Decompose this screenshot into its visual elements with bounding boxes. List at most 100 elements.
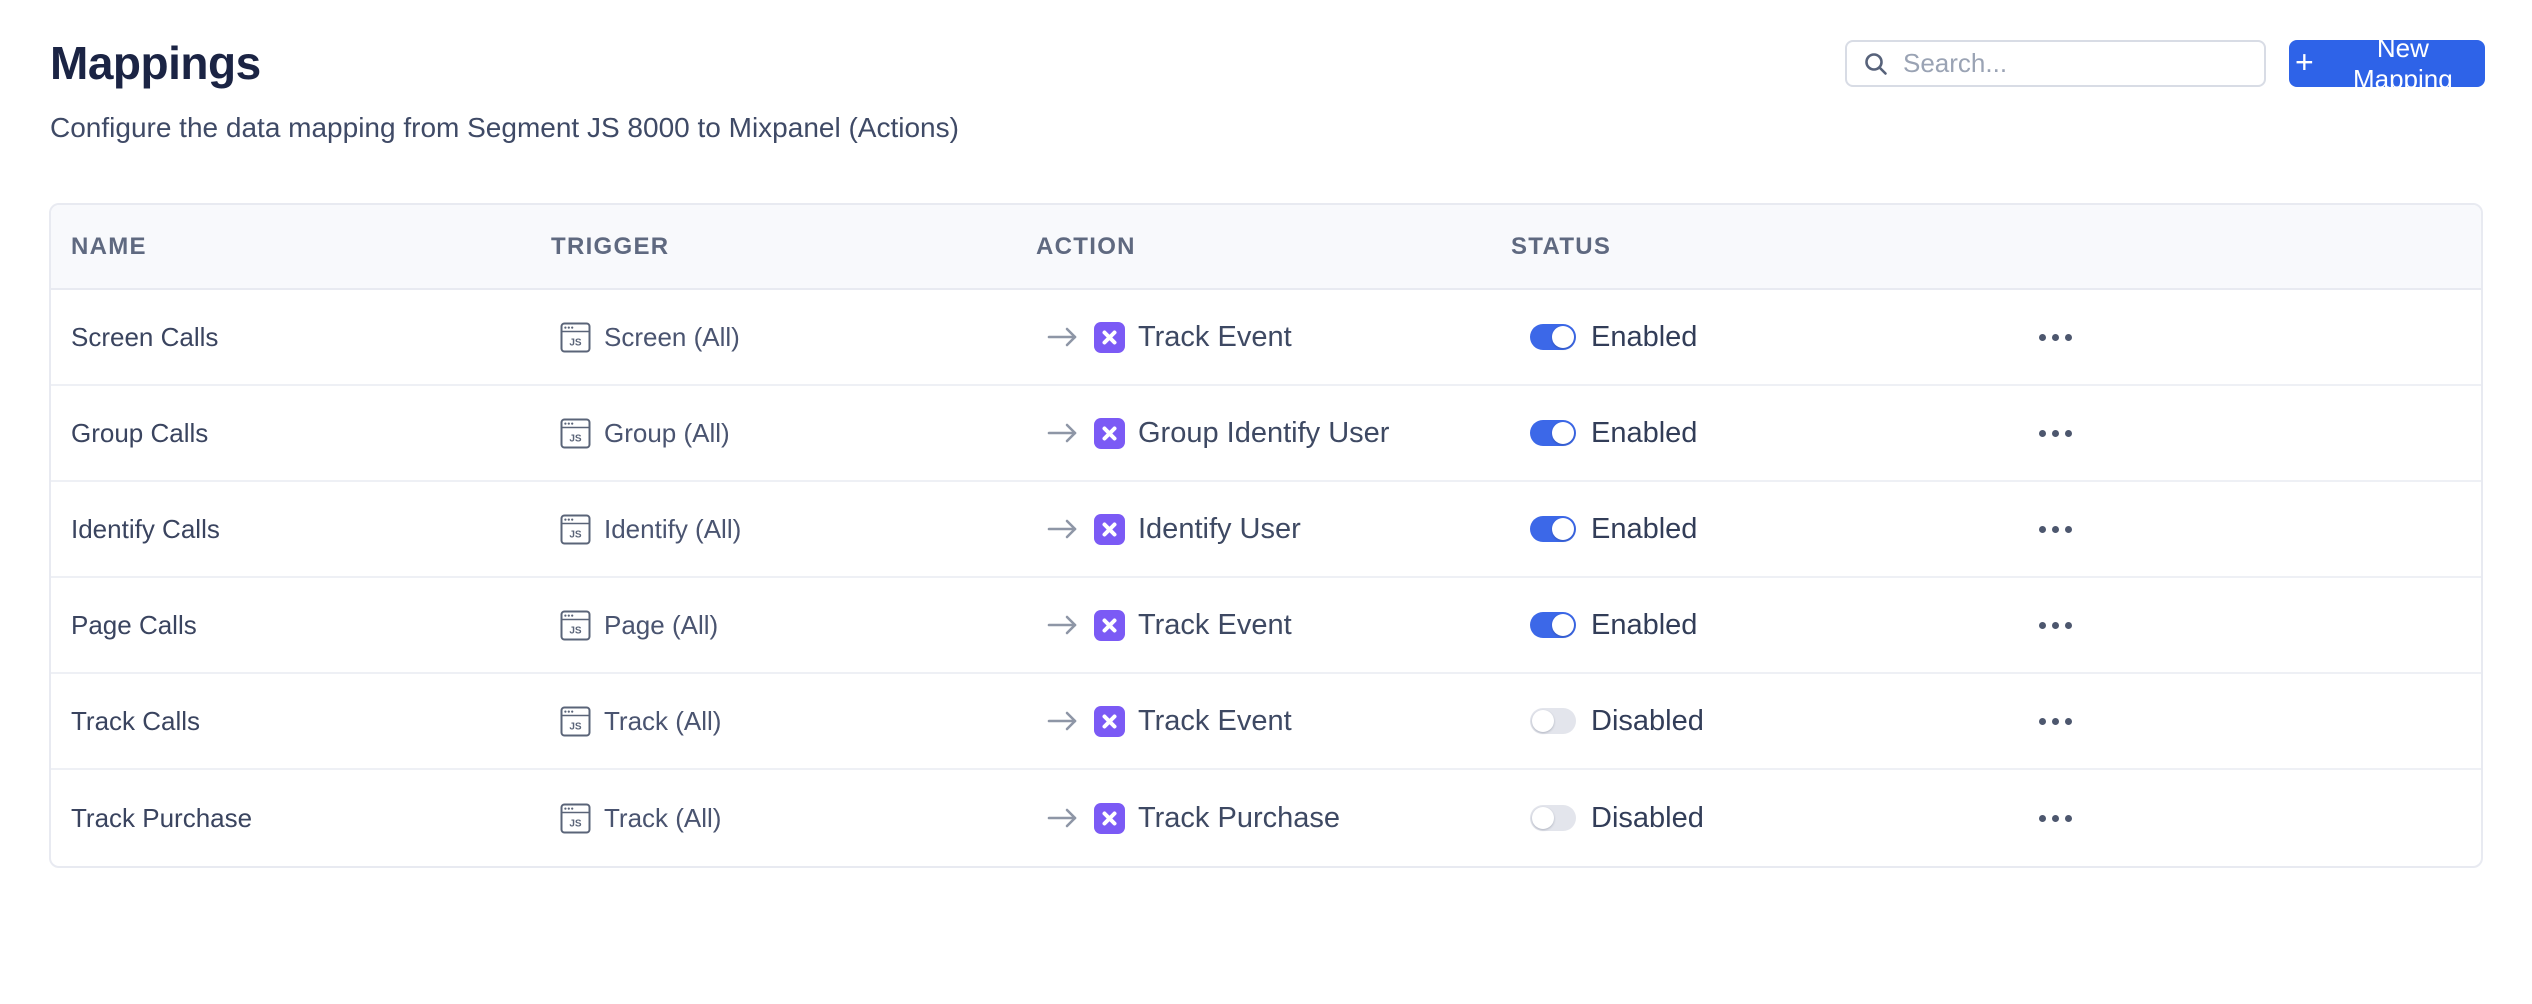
- menu-cell: [1991, 612, 2481, 639]
- mixpanel-icon: [1094, 803, 1125, 834]
- trigger-cell: JS Track (All): [551, 803, 1036, 834]
- arrow-right-icon: [1046, 421, 1080, 445]
- table-row: Screen Calls JS Screen (All): [51, 290, 2481, 386]
- column-header-action: ACTION: [1036, 233, 1511, 261]
- mixpanel-icon: [1094, 610, 1125, 641]
- column-header-status: STATUS: [1511, 233, 1991, 261]
- toggle-knob: [1552, 614, 1574, 636]
- ellipsis-icon: [2039, 815, 2046, 822]
- status-toggle[interactable]: [1530, 805, 1576, 831]
- trigger-label: Page (All): [604, 610, 718, 641]
- action-cell: Track Event: [1036, 321, 1511, 354]
- svg-text:JS: JS: [569, 529, 582, 540]
- table-header: NAME TRIGGER ACTION STATUS: [51, 205, 2481, 290]
- action-cell: Track Event: [1036, 705, 1511, 738]
- status-toggle[interactable]: [1530, 420, 1576, 446]
- plus-icon: +: [2295, 46, 2314, 78]
- status-label: Enabled: [1591, 609, 1697, 642]
- toggle-knob: [1532, 710, 1554, 732]
- trigger-cell: JS Track (All): [551, 706, 1036, 737]
- table-row: Page Calls JS Page (All): [51, 578, 2481, 674]
- row-menu-button[interactable]: [2033, 805, 2078, 832]
- action-cell: Track Purchase: [1036, 802, 1511, 835]
- row-menu-button[interactable]: [2033, 612, 2078, 639]
- ellipsis-icon: [2039, 334, 2046, 341]
- action-cell: Group Identify User: [1036, 417, 1511, 450]
- action-label: Group Identify User: [1138, 417, 1389, 450]
- trigger-cell: JS Page (All): [551, 610, 1036, 641]
- svg-text:JS: JS: [569, 433, 582, 444]
- mapping-name: Page Calls: [51, 610, 551, 641]
- mapping-name: Identify Calls: [51, 514, 551, 545]
- row-menu-button[interactable]: [2033, 516, 2078, 543]
- mapping-name: Track Purchase: [51, 803, 551, 834]
- action-label: Track Event: [1138, 321, 1292, 354]
- table-body: Screen Calls JS Screen (All): [51, 290, 2481, 866]
- js-source-window-icon: JS: [560, 803, 591, 834]
- mappings-table: NAME TRIGGER ACTION STATUS Screen Calls …: [49, 203, 2483, 868]
- ellipsis-icon: [2039, 430, 2046, 437]
- js-source-window-icon: JS: [560, 706, 591, 737]
- svg-text:JS: JS: [569, 818, 582, 829]
- status-cell: Disabled: [1511, 705, 1991, 738]
- js-source-window-icon: JS: [560, 514, 591, 545]
- action-label: Identify User: [1138, 513, 1301, 546]
- status-toggle[interactable]: [1530, 516, 1576, 542]
- menu-cell: [1991, 708, 2481, 735]
- mixpanel-icon: [1094, 706, 1125, 737]
- status-cell: Enabled: [1511, 321, 1991, 354]
- row-menu-button[interactable]: [2033, 420, 2078, 447]
- trigger-label: Track (All): [604, 803, 721, 834]
- status-cell: Enabled: [1511, 417, 1991, 450]
- status-cell: Enabled: [1511, 513, 1991, 546]
- new-mapping-button[interactable]: + New Mapping: [2289, 40, 2485, 87]
- status-label: Enabled: [1591, 513, 1697, 546]
- mapping-name: Track Calls: [51, 706, 551, 737]
- status-label: Disabled: [1591, 802, 1704, 835]
- trigger-label: Track (All): [604, 706, 721, 737]
- status-toggle[interactable]: [1530, 708, 1576, 734]
- table-row: Track Purchase JS Track (All): [51, 770, 2481, 866]
- arrow-right-icon: [1046, 806, 1080, 830]
- menu-cell: [1991, 805, 2481, 832]
- column-header-trigger: TRIGGER: [551, 233, 1036, 261]
- action-label: Track Event: [1138, 705, 1292, 738]
- action-label: Track Event: [1138, 609, 1292, 642]
- js-source-window-icon: JS: [560, 610, 591, 641]
- svg-text:JS: JS: [569, 721, 582, 732]
- table-row: Track Calls JS Track (All): [51, 674, 2481, 770]
- trigger-label: Identify (All): [604, 514, 741, 545]
- action-label: Track Purchase: [1138, 802, 1340, 835]
- toggle-knob: [1552, 518, 1574, 540]
- trigger-cell: JS Group (All): [551, 418, 1036, 449]
- mixpanel-icon: [1094, 514, 1125, 545]
- trigger-cell: JS Screen (All): [551, 322, 1036, 353]
- search-input[interactable]: [1901, 47, 2248, 80]
- action-cell: Identify User: [1036, 513, 1511, 546]
- status-label: Disabled: [1591, 705, 1704, 738]
- status-toggle[interactable]: [1530, 324, 1576, 350]
- table-row: Identify Calls JS Identify (All): [51, 482, 2481, 578]
- js-source-window-icon: JS: [560, 418, 591, 449]
- row-menu-button[interactable]: [2033, 708, 2078, 735]
- arrow-right-icon: [1046, 517, 1080, 541]
- new-mapping-label: New Mapping: [2327, 33, 2479, 95]
- page-title: Mappings: [50, 36, 261, 90]
- mixpanel-icon: [1094, 322, 1125, 353]
- js-source-window-icon: JS: [560, 322, 591, 353]
- status-cell: Disabled: [1511, 802, 1991, 835]
- menu-cell: [1991, 324, 2481, 351]
- row-menu-button[interactable]: [2033, 324, 2078, 351]
- page-subtitle: Configure the data mapping from Segment …: [50, 112, 959, 144]
- status-label: Enabled: [1591, 321, 1697, 354]
- toggle-knob: [1552, 326, 1574, 348]
- status-toggle[interactable]: [1530, 612, 1576, 638]
- table-row: Group Calls JS Group (All): [51, 386, 2481, 482]
- toggle-knob: [1532, 807, 1554, 829]
- ellipsis-icon: [2039, 622, 2046, 629]
- ellipsis-icon: [2039, 718, 2046, 725]
- arrow-right-icon: [1046, 613, 1080, 637]
- action-cell: Track Event: [1036, 609, 1511, 642]
- svg-text:JS: JS: [569, 337, 582, 348]
- mapping-name: Group Calls: [51, 418, 551, 449]
